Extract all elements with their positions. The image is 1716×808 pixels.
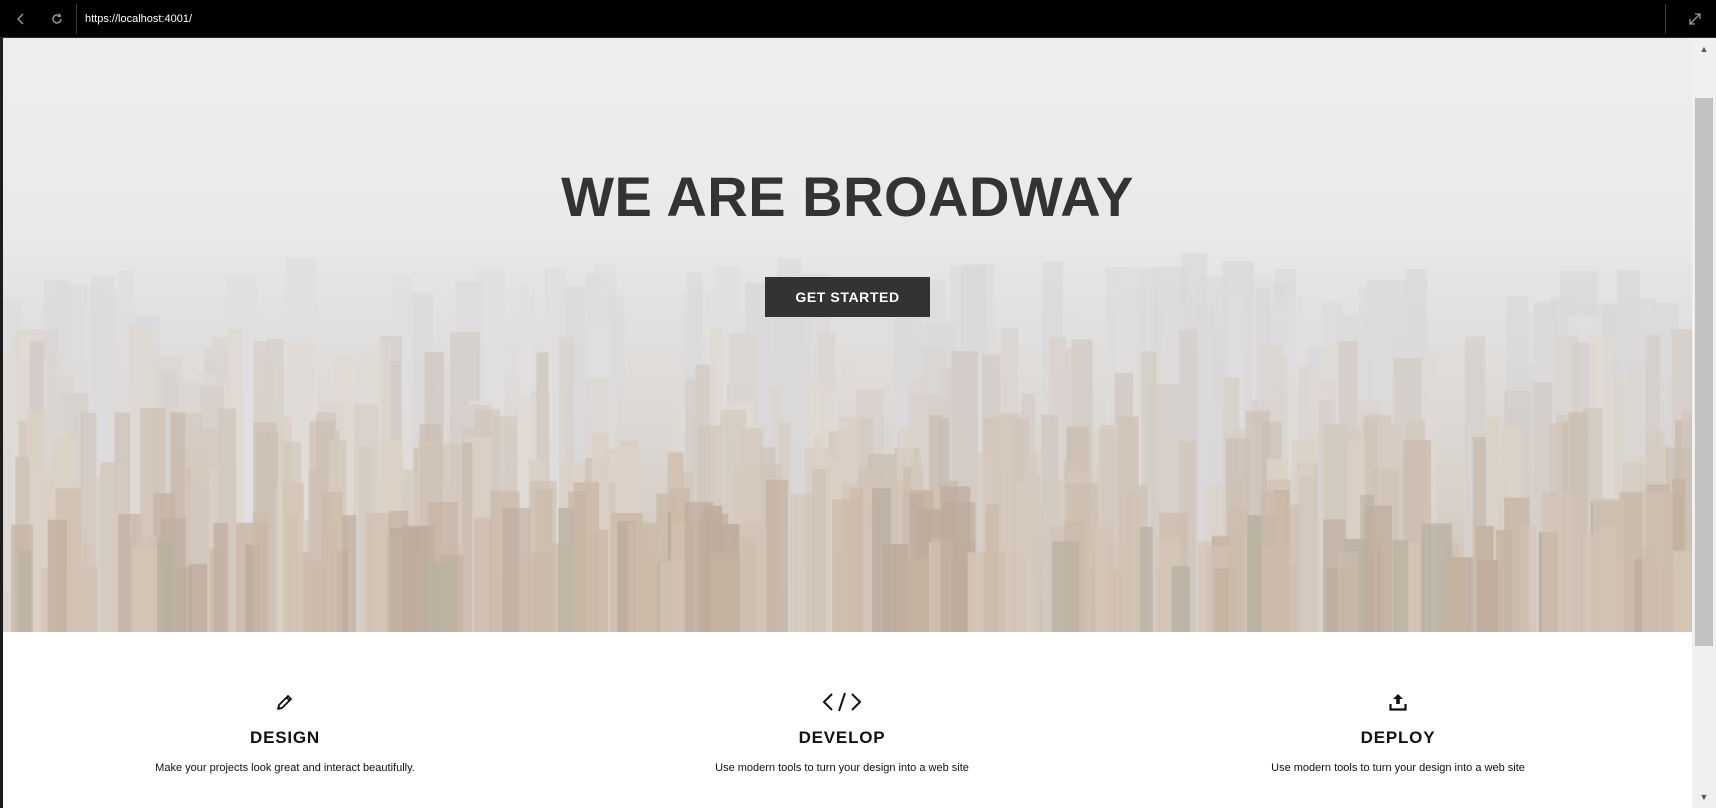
address-bar[interactable] [76,4,1666,34]
scroll-down-arrow-icon[interactable]: ▼ [1692,788,1716,806]
get-started-button[interactable]: GET STARTED [765,277,930,317]
pencil-icon [277,695,292,710]
hero-title: WE ARE BROADWAY [561,165,1134,228]
chevron-left-icon [17,13,24,25]
code-icon [822,692,862,712]
reload-button[interactable] [44,6,70,32]
feature-description: Use modern tools to turn your design int… [715,762,969,774]
expand-icon [1689,13,1701,25]
feature-description: Use modern tools to turn your design int… [1271,762,1525,774]
feature-title: DEVELOP [798,728,886,747]
feature-description: Make your projects look great and intera… [155,762,415,774]
feature-deploy: DEPLOY Use modern tools to turn your des… [1118,690,1678,774]
page-viewport: WE ARE BROADWAY GET STARTED DESIGN Make … [3,38,1692,808]
vertical-scrollbar[interactable]: ▲ ▼ [1692,38,1716,808]
scroll-thumb[interactable] [1695,98,1713,646]
city-skyline-image [3,38,1692,632]
hero-banner: WE ARE BROADWAY GET STARTED [3,38,1692,632]
feature-develop: DEVELOP Use modern tools to turn your de… [562,690,1122,774]
feature-design: DESIGN Make your projects look great and… [5,690,565,774]
reload-icon [52,13,62,24]
feature-title: DESIGN [250,728,320,747]
back-button[interactable] [8,6,34,32]
upload-icon [1389,694,1407,711]
feature-title: DEPLOY [1360,728,1436,747]
fullscreen-button[interactable] [1682,6,1708,32]
scroll-up-arrow-icon[interactable]: ▲ [1692,40,1716,58]
browser-toolbar [0,0,1716,38]
